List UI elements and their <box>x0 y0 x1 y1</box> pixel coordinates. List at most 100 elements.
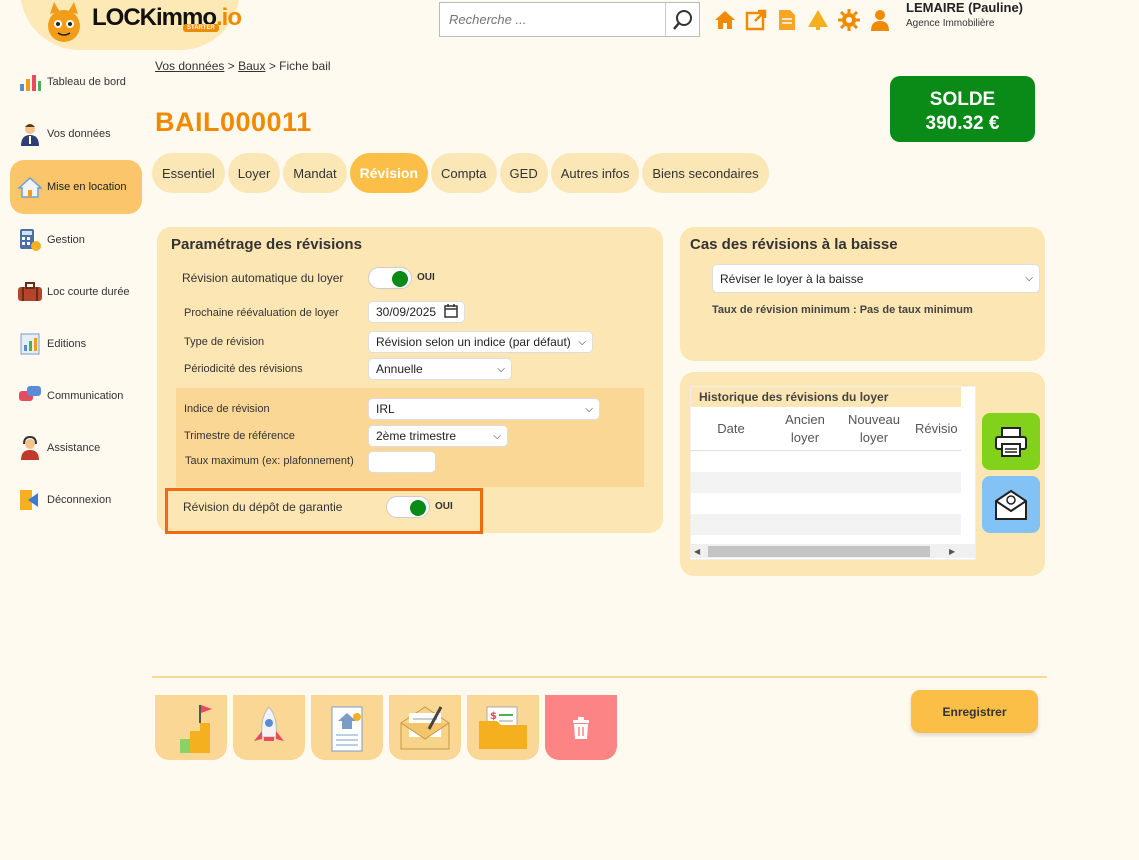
deposit-revision-toggle[interactable] <box>386 496 430 518</box>
deposit-revision-label: Révision du dépôt de garantie <box>183 500 343 514</box>
mail-letter-button[interactable] <box>389 695 461 760</box>
column-header-ancien-loyer[interactable]: Ancien loyer <box>771 407 839 450</box>
history-table-title: Historique des révisions du loyer <box>691 387 975 407</box>
index-label: Indice de révision <box>184 403 270 415</box>
breadcrumb-separator: > <box>268 59 276 73</box>
breadcrumb-current: Fiche bail <box>279 59 331 73</box>
index-select[interactable]: IRL ⌵ <box>368 398 600 420</box>
min-rate-text: Taux de révision minimum : Pas de taux m… <box>712 304 973 316</box>
tab-mandat[interactable]: Mandat <box>283 153 347 193</box>
dashboard-icon <box>17 69 43 95</box>
tab-compta[interactable]: Compta <box>431 153 497 193</box>
sidebar-item-label: Tableau de bord <box>47 76 126 88</box>
next-eval-label: Prochaine réévaluation de loyer <box>184 307 339 319</box>
sidebar-item-mise-en-location[interactable]: Mise en location <box>10 160 142 214</box>
max-rate-label: Taux maximum (ex: plafonnement) <box>185 455 354 467</box>
house-icon <box>17 174 43 200</box>
person-icon <box>17 121 43 147</box>
chevron-down-icon: ⌵ <box>578 336 586 348</box>
sidebar-item-editions[interactable]: Editions <box>10 318 142 370</box>
calculator-icon <box>17 227 43 253</box>
revision-type-label: Type de révision <box>184 336 265 348</box>
sidebar-item-gestion[interactable]: Gestion <box>10 214 142 266</box>
property-document-button[interactable] <box>311 695 383 760</box>
scroll-left-icon[interactable]: ◀ <box>694 547 700 556</box>
sidebar-item-assistance[interactable]: Assistance <box>10 422 142 474</box>
history-table: Historique des révisions du loyer Date A… <box>690 386 976 560</box>
sidebar-item-label: Déconnexion <box>47 494 112 506</box>
next-eval-date-input[interactable]: 30/09/2025 <box>368 301 465 323</box>
column-header-revision[interactable]: Révisio <box>909 407 963 450</box>
tab-essentiel[interactable]: Essentiel <box>152 153 225 193</box>
periodicity-value: Annuelle <box>376 362 423 376</box>
quarter-select[interactable]: 2ème trimestre ⌵ <box>368 425 508 447</box>
tab-revision[interactable]: Révision <box>349 153 429 193</box>
user-info[interactable]: LEMAIRE (Pauline) Agence Immobilière <box>906 0 1023 29</box>
sidebar-item-label: Loc courte durée <box>47 286 130 298</box>
home-icon[interactable] <box>713 8 736 31</box>
next-eval-date-value: 30/09/2025 <box>376 305 437 319</box>
tree-icon[interactable] <box>806 8 829 31</box>
sidebar-item-deconnexion[interactable]: Déconnexion <box>10 474 142 526</box>
auto-revision-toggle[interactable] <box>368 267 412 289</box>
user-agency: Agence Immobilière <box>906 18 995 29</box>
letter-pen-icon <box>400 705 450 749</box>
auto-revision-value: OUI <box>417 272 435 283</box>
solde-badge: SOLDE 390.32 € <box>890 76 1035 142</box>
calendar-icon[interactable] <box>444 303 458 321</box>
save-button[interactable]: Enregistrer <box>911 690 1038 733</box>
scroll-right-icon[interactable]: ▶ <box>949 547 955 556</box>
invoice-folder-icon: $ <box>479 706 527 749</box>
document-icon[interactable] <box>775 8 798 31</box>
tab-biens-secondaires[interactable]: Biens secondaires <box>642 153 769 193</box>
external-link-icon[interactable] <box>744 8 767 31</box>
sidebar-item-loc-courte-duree[interactable]: Loc courte durée <box>10 266 142 318</box>
quarter-value: 2ème trimestre <box>376 429 457 443</box>
horizontal-scrollbar[interactable]: ◀ ▶ <box>691 544 975 558</box>
invoice-folder-button[interactable]: $ <box>467 695 539 760</box>
print-button[interactable] <box>982 413 1040 470</box>
sidebar-item-vos-donnees[interactable]: Vos données <box>10 108 142 160</box>
scrollbar-thumb[interactable] <box>708 545 930 557</box>
deposit-revision-value: OUI <box>435 501 453 512</box>
search-input[interactable] <box>440 3 665 36</box>
sidebar-item-communication[interactable]: Communication <box>10 370 142 422</box>
table-row <box>691 451 975 472</box>
email-button[interactable] <box>982 476 1040 533</box>
cat-logo-icon <box>48 2 80 42</box>
table-row <box>691 472 975 493</box>
gear-icon[interactable] <box>837 8 860 31</box>
downward-revision-select[interactable]: Réviser le loyer à la baisse ⌵ <box>712 264 1040 293</box>
flag-chart-icon <box>180 704 212 753</box>
tab-autres-infos[interactable]: Autres infos <box>550 153 640 193</box>
downward-revision-panel: Cas des révisions à la baisse <box>680 227 1045 361</box>
max-rate-input[interactable] <box>368 451 436 473</box>
tab-loyer[interactable]: Loyer <box>227 153 281 193</box>
column-header-nouveau-loyer[interactable]: Nouveau loyer <box>839 407 909 450</box>
downward-revision-value: Réviser le loyer à la baisse <box>720 271 864 286</box>
tab-ged[interactable]: GED <box>499 153 548 193</box>
launch-action-button[interactable] <box>233 695 305 760</box>
sidebar-item-label: Gestion <box>47 234 85 246</box>
vertical-scrollbar[interactable] <box>961 387 975 559</box>
user-name: LEMAIRE (Pauline) <box>906 0 1024 15</box>
chevron-down-icon: ⌵ <box>1025 273 1033 284</box>
breadcrumb-link-vos-donnees[interactable]: Vos données <box>155 59 224 73</box>
mail-icon <box>995 489 1027 520</box>
suitcase-icon <box>17 279 43 305</box>
search-icon[interactable] <box>665 3 699 36</box>
divider <box>152 676 1047 678</box>
breadcrumb-link-baux[interactable]: Baux <box>238 59 265 73</box>
sidebar-item-tableau-de-bord[interactable]: Tableau de bord <box>10 56 142 108</box>
search-box <box>439 2 700 37</box>
periodicity-select[interactable]: Annuelle ⌵ <box>368 358 512 380</box>
table-row <box>691 493 975 514</box>
sidebar-item-label: Assistance <box>47 442 101 454</box>
column-header-date[interactable]: Date <box>691 407 771 450</box>
steps-action-button[interactable] <box>155 695 227 760</box>
revision-type-select[interactable]: Révision selon un indice (par défaut) ⌵ <box>368 331 593 353</box>
tab-bar: Essentiel Loyer Mandat Révision Compta G… <box>152 153 769 193</box>
delete-button[interactable] <box>545 695 617 760</box>
user-icon[interactable] <box>868 8 891 31</box>
rocket-icon <box>254 705 284 741</box>
